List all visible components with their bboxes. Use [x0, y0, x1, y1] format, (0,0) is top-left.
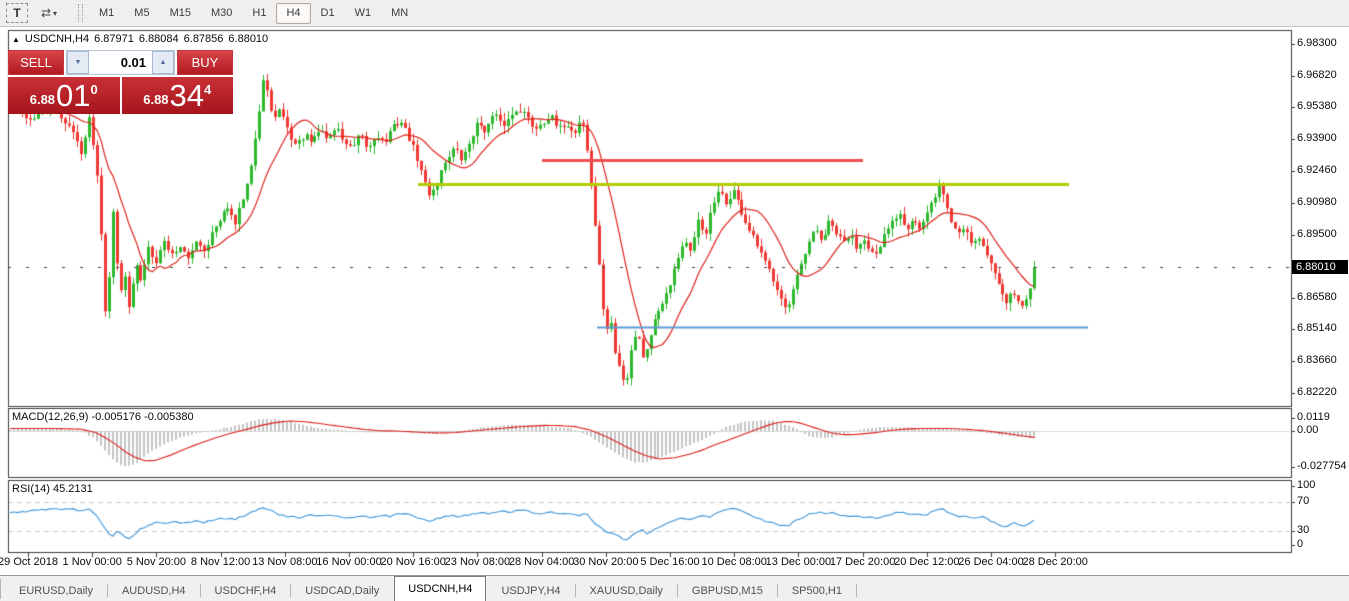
chart-tab-usdjpy[interactable]: USDJPY,H4	[488, 580, 573, 601]
timeframe-button-h1[interactable]: H1	[242, 3, 276, 24]
tab-divider	[200, 584, 201, 597]
timeframe-button-m15[interactable]: M15	[160, 3, 201, 24]
tab-divider	[290, 584, 291, 597]
time-axis-label: 13 Dec 00:00	[766, 556, 831, 568]
buy-price-box[interactable]: 6.88 34 4	[122, 77, 234, 114]
tab-divider	[856, 584, 857, 597]
price-axis-label: 6.92460	[1297, 164, 1337, 176]
time-axis-label: 16 Nov 00:00	[316, 556, 381, 568]
sell-price-big: 01	[56, 80, 90, 111]
bar-open-value: 6.87971	[94, 33, 134, 45]
time-axis-label: 10 Dec 08:00	[701, 556, 766, 568]
price-axis-label: 6.95380	[1297, 100, 1337, 112]
cursor-tool-button[interactable]: ⇄ ▾	[32, 3, 66, 23]
bar-low-value: 6.87856	[184, 33, 224, 45]
time-axis-label: 20 Nov 16:00	[380, 556, 445, 568]
symbol-name: USDCNH,H4	[25, 33, 89, 45]
price-axis-label: 6.89500	[1297, 228, 1337, 240]
timeframe-button-h4[interactable]: H4	[276, 3, 310, 24]
chart-window: ▲ USDCNH,H4 6.87971 6.88084 6.87856 6.88…	[0, 27, 1349, 575]
timeframe-button-m1[interactable]: M1	[89, 3, 124, 24]
time-axis-label: 28 Nov 04:00	[509, 556, 574, 568]
rsi-indicator-label: RSI(14) 45.2131	[12, 483, 93, 495]
volume-stepper: ▼ ▲	[66, 50, 175, 75]
tab-divider	[677, 584, 678, 597]
time-axis-label: 26 Dec 04:00	[958, 556, 1023, 568]
time-axis-label: 28 Dec 20:00	[1022, 556, 1087, 568]
arrow-up-icon: ▲	[160, 59, 167, 66]
time-axis-label: 13 Nov 08:00	[252, 556, 317, 568]
buy-button[interactable]: BUY	[177, 50, 233, 75]
rsi-scale-label: 100	[1297, 479, 1315, 491]
time-axis-label: 23 Nov 08:00	[445, 556, 510, 568]
text-tool-button[interactable]: T	[6, 3, 28, 23]
timeframe-button-w1[interactable]: W1	[345, 3, 382, 24]
rsi-scale-label: 0	[1297, 538, 1303, 550]
time-axis-label: 8 Nov 12:00	[191, 556, 250, 568]
chart-tab-usdcnh[interactable]: USDCNH,H4	[394, 576, 486, 601]
macd-indicator-label: MACD(12,26,9) -0.005176 -0.005380	[12, 411, 194, 423]
top-toolbar: T ⇄ ▾ M1M5M15M30H1H4D1W1MN	[0, 0, 1349, 27]
current-price-badge: 6.88010	[1292, 260, 1348, 274]
tab-divider	[575, 584, 576, 597]
price-axis-label: 6.85140	[1297, 322, 1337, 334]
timeframe-button-m5[interactable]: M5	[124, 3, 159, 24]
volume-input[interactable]	[89, 51, 152, 74]
time-axis-label: 5 Dec 16:00	[640, 556, 699, 568]
chart-tab-usdcad[interactable]: USDCAD,Daily	[292, 580, 392, 601]
chart-tab-audusd[interactable]: AUDUSD,H4	[109, 580, 199, 601]
tab-divider	[107, 584, 108, 597]
chart-tab-usdchf[interactable]: USDCHF,H4	[202, 580, 290, 601]
buy-price-base: 6.88	[143, 92, 168, 107]
buy-price-big: 34	[170, 80, 204, 111]
buy-price-sup: 4	[204, 82, 211, 97]
chart-symbol-header: ▲ USDCNH,H4 6.87971 6.88084 6.87856 6.88…	[12, 33, 268, 45]
rsi-scale-label: 30	[1297, 524, 1309, 536]
bar-close-value: 6.88010	[228, 33, 268, 45]
price-axis-label: 6.96820	[1297, 69, 1337, 81]
timeframe-button-m30[interactable]: M30	[201, 3, 242, 24]
chevron-down-icon: ▾	[53, 9, 57, 18]
chart-tab-xauusd[interactable]: XAUUSD,Daily	[577, 580, 676, 601]
price-axis-label: 6.98300	[1297, 37, 1337, 49]
tab-divider	[777, 584, 778, 597]
price-axis-label: 6.82220	[1297, 386, 1337, 398]
macd-scale-label: 0.00	[1297, 424, 1318, 436]
time-axis-label: 20 Dec 12:00	[894, 556, 959, 568]
time-axis-label: 29 Oct 2018	[0, 556, 58, 568]
one-click-trading-panel: SELL ▼ ▲ BUY 6.88 01 0 6.88 34 4	[8, 50, 233, 114]
volume-decrease-button[interactable]: ▼	[67, 51, 89, 74]
time-axis-label: 1 Nov 00:00	[63, 556, 122, 568]
volume-increase-button[interactable]: ▲	[152, 51, 174, 74]
macd-scale-label: 0.0119	[1297, 411, 1330, 423]
toolbar-grip[interactable]	[78, 4, 83, 22]
price-axis-label: 6.86580	[1297, 291, 1337, 303]
one-click-panel-toggle-icon[interactable]: ▲	[12, 35, 20, 44]
mt4-window: { "toolbar": { "text_tool_label": "T", "…	[0, 0, 1349, 601]
timeframe-button-mn[interactable]: MN	[381, 3, 418, 24]
rsi-scale-label: 70	[1297, 495, 1309, 507]
chart-tab-eurusd[interactable]: EURUSD,Daily	[6, 580, 106, 601]
price-axis-label: 6.83660	[1297, 354, 1337, 366]
price-axis-label: 6.90980	[1297, 196, 1337, 208]
sell-price-box[interactable]: 6.88 01 0	[8, 77, 120, 114]
time-axis-label: 17 Dec 20:00	[830, 556, 895, 568]
sell-price-sup: 0	[91, 82, 98, 97]
timeframe-button-d1[interactable]: D1	[311, 3, 345, 24]
arrow-down-icon: ▼	[75, 59, 82, 66]
sell-button[interactable]: SELL	[8, 50, 64, 75]
chart-tab-gbpusd[interactable]: GBPUSD,M15	[679, 580, 776, 601]
cursor-tool-icon: ⇄	[41, 6, 51, 20]
chart-tabs-bar: EURUSD,DailyAUDUSD,H4USDCHF,H4USDCAD,Dai…	[0, 575, 1349, 601]
price-axis-label: 6.93900	[1297, 132, 1337, 144]
text-tool-icon: T	[13, 6, 20, 20]
time-axis-label: 5 Nov 20:00	[127, 556, 186, 568]
bar-high-value: 6.88084	[139, 33, 179, 45]
timeframe-toolbar: M1M5M15M30H1H4D1W1MN	[89, 3, 418, 24]
time-axis-label: 30 Nov 20:00	[573, 556, 638, 568]
chart-tab-sp500[interactable]: SP500,H1	[779, 580, 855, 601]
macd-scale-label: -0.027754	[1297, 460, 1347, 472]
sell-price-base: 6.88	[30, 92, 55, 107]
